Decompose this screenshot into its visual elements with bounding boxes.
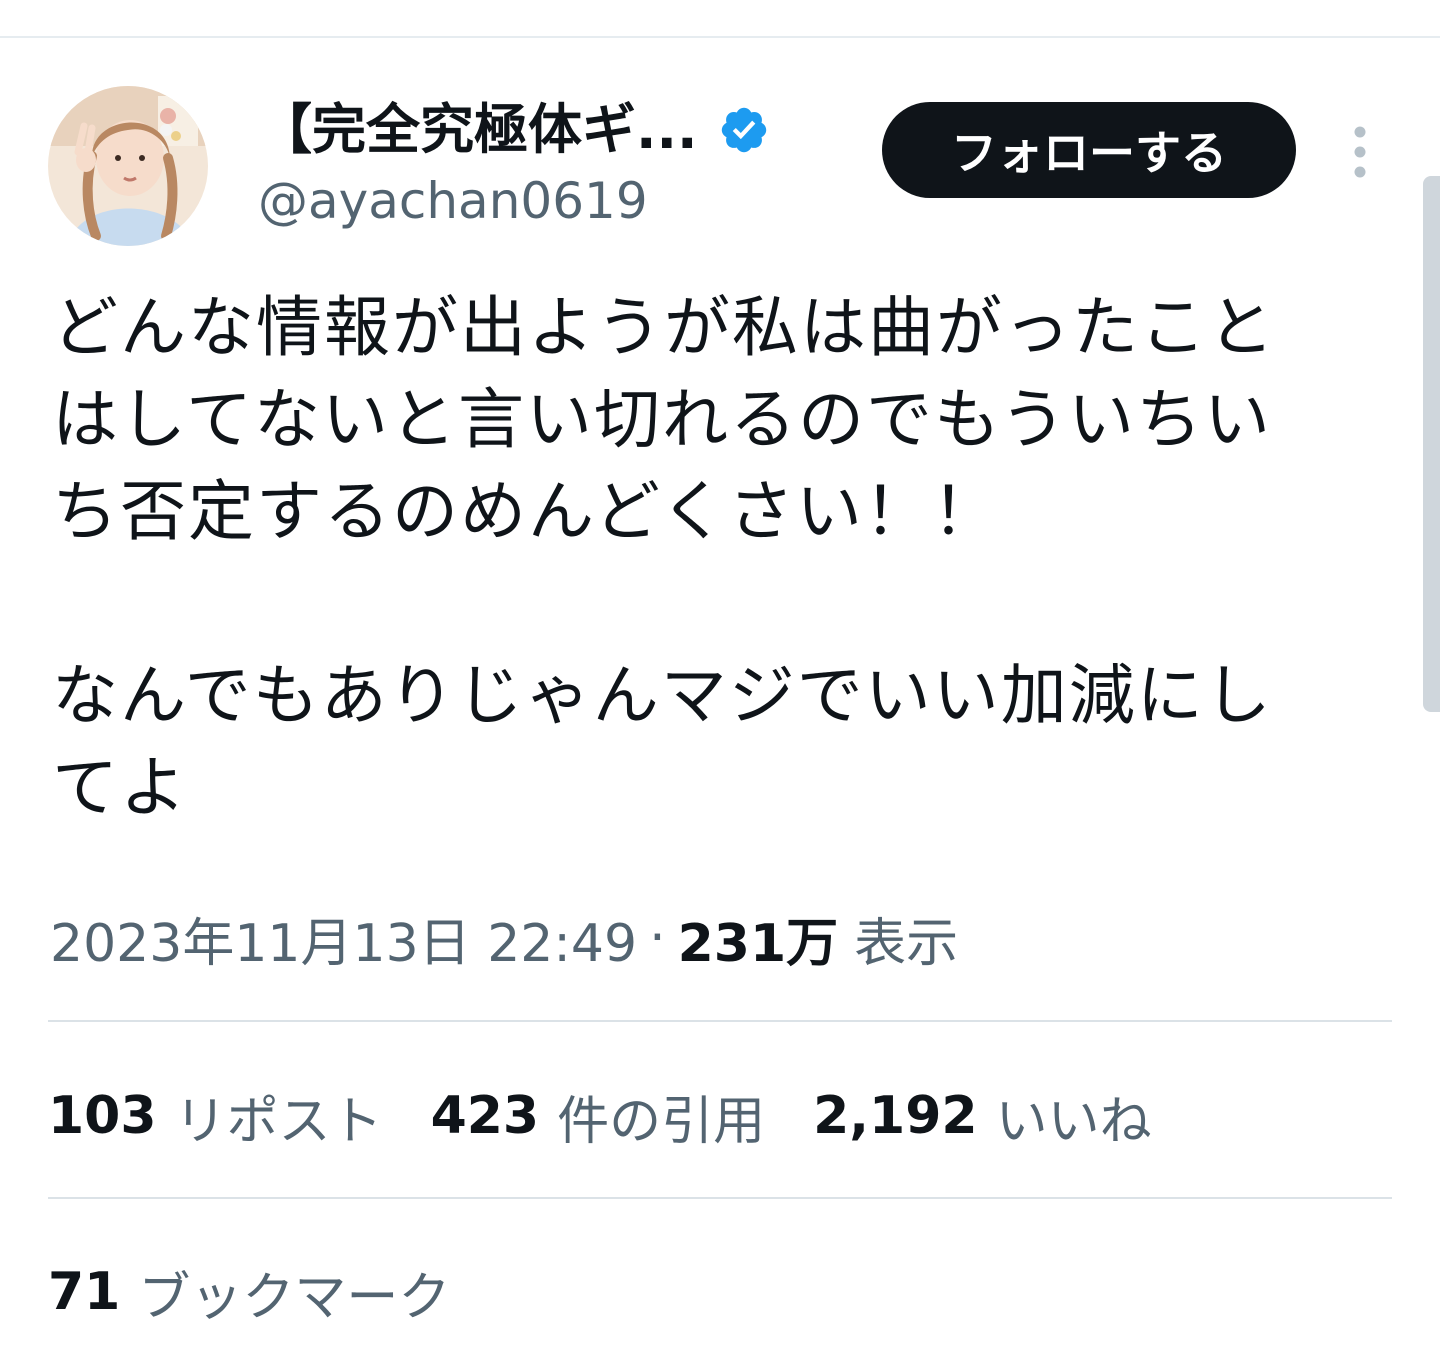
likes-label: いいね [995, 1091, 1152, 1152]
engagement-stats: 103 リポスト 423 件の引用 2,192 いいね [48, 1078, 1200, 1154]
verified-badge-icon [721, 107, 766, 153]
meta-separator: · [649, 908, 666, 968]
tweet-meta: 2023年11月13日 22:49 · 231万 表示 [50, 900, 958, 976]
tweet-text: どんな情報が出ようが私は曲がったこと はしてないと言い切れるのでもういちい ち否… [52, 282, 1372, 834]
quotes-count: 423 [430, 1086, 540, 1146]
author-handle[interactable]: @ayachan0619 [258, 166, 648, 236]
reposts-count: 103 [48, 1086, 157, 1146]
avatar[interactable] [48, 86, 208, 246]
divider [48, 1197, 1392, 1199]
likes-count: 2,192 [813, 1086, 978, 1146]
avatar-image [48, 86, 208, 246]
bookmarks-label: ブックマーク [138, 1267, 451, 1328]
scrollbar-thumb[interactable] [1423, 176, 1440, 712]
reposts-stat[interactable]: 103 リポスト [48, 1079, 383, 1154]
bookmarks-count: 71 [48, 1262, 121, 1322]
divider [48, 1020, 1392, 1022]
author-display-name[interactable]: 【完全究極体ギ... [258, 94, 698, 166]
reposts-label: リポスト [174, 1091, 383, 1152]
tweet-line: なんでもありじゃんマジでいい加減にし [52, 657, 1273, 734]
views-count: 231万 [677, 913, 839, 974]
likes-stat[interactable]: 2,192 いいね [813, 1079, 1152, 1154]
top-divider [0, 36, 1440, 38]
tweet-line: てよ [52, 749, 188, 826]
quotes-label: 件の引用 [557, 1091, 766, 1152]
tweet-line: どんな情報が出ようが私は曲がったこと [52, 289, 1276, 366]
bookmarks-stat[interactable]: 71 ブックマーク [48, 1254, 450, 1330]
quotes-stat[interactable]: 423 件の引用 [431, 1079, 766, 1154]
tweet-timestamp[interactable]: 2023年11月13日 22:49 [50, 901, 637, 976]
views-label: 表示 [854, 913, 959, 974]
vertical-ellipsis-icon[interactable] [1340, 124, 1380, 180]
tweet-line: はしてないと言い切れるのでもういちい [52, 381, 1273, 458]
follow-button[interactable]: フォローする [882, 102, 1296, 198]
tweet-line: ち否定するのめんどくさい！！ [52, 473, 1001, 550]
author-name-row[interactable]: 【完全究極体ギ... [258, 94, 770, 166]
